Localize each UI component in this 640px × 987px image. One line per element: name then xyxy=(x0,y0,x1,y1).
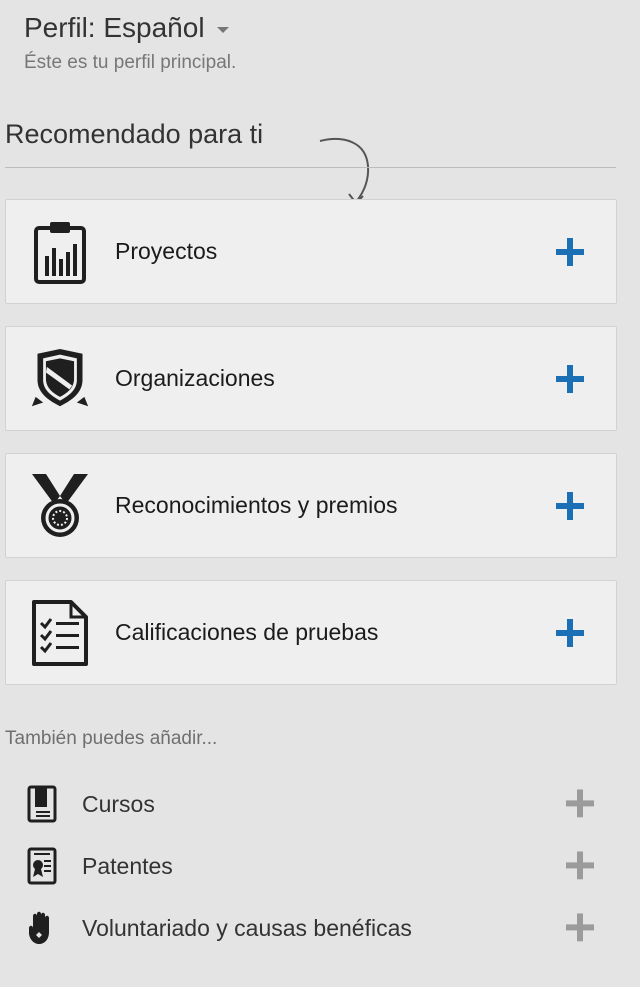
add-plus-icon[interactable] xyxy=(556,237,584,266)
checklist-icon xyxy=(30,599,90,666)
profile-subtitle: Éste es tu perfil principal. xyxy=(24,52,237,73)
card-awards[interactable]: Reconocimientos y premios xyxy=(5,453,617,558)
card-label: Reconocimientos y premios xyxy=(115,492,398,518)
divider xyxy=(5,167,616,168)
caret-down-icon[interactable] xyxy=(216,27,229,33)
add-plus-icon[interactable] xyxy=(556,491,584,520)
profile-title[interactable]: Perfil: Español xyxy=(24,10,205,46)
add-plus-icon[interactable] xyxy=(566,913,594,942)
extra-label: Cursos xyxy=(82,790,155,817)
certificate-icon xyxy=(24,846,60,886)
extra-courses[interactable]: Cursos xyxy=(24,778,594,840)
profile-header: Perfil: Español Éste es tu perfil princi… xyxy=(24,10,236,74)
extra-label: Patentes xyxy=(82,852,173,879)
extra-volunteering[interactable]: Voluntariado y causas benéficas xyxy=(24,902,594,964)
extra-label: Voluntariado y causas benéficas xyxy=(82,914,412,941)
recommended-title: Recomendado para ti xyxy=(5,119,264,149)
add-plus-icon[interactable] xyxy=(556,364,584,393)
recommended-list: Proyectos Organizaciones Reconocimientos… xyxy=(5,199,617,707)
also-add-title: También puedes añadir... xyxy=(5,728,218,749)
profile-selector[interactable]: Perfil: Español xyxy=(24,10,236,46)
hand-icon xyxy=(24,908,60,948)
shield-badge-icon xyxy=(30,347,90,411)
book-icon xyxy=(24,784,60,824)
add-plus-icon[interactable] xyxy=(556,618,584,647)
card-label: Calificaciones de pruebas xyxy=(115,619,379,645)
clipboard-chart-icon xyxy=(30,220,90,284)
add-plus-icon[interactable] xyxy=(566,851,594,880)
medal-icon xyxy=(30,473,90,538)
card-test-scores[interactable]: Calificaciones de pruebas xyxy=(5,580,617,685)
card-organizations[interactable]: Organizaciones xyxy=(5,326,617,431)
card-projects[interactable]: Proyectos xyxy=(5,199,617,304)
extra-patents[interactable]: Patentes xyxy=(24,840,594,902)
card-label: Proyectos xyxy=(115,238,218,264)
also-add-list: Cursos Patentes Voluntariado y causas be… xyxy=(24,778,594,964)
add-plus-icon[interactable] xyxy=(566,789,594,818)
card-label: Organizaciones xyxy=(115,365,275,391)
